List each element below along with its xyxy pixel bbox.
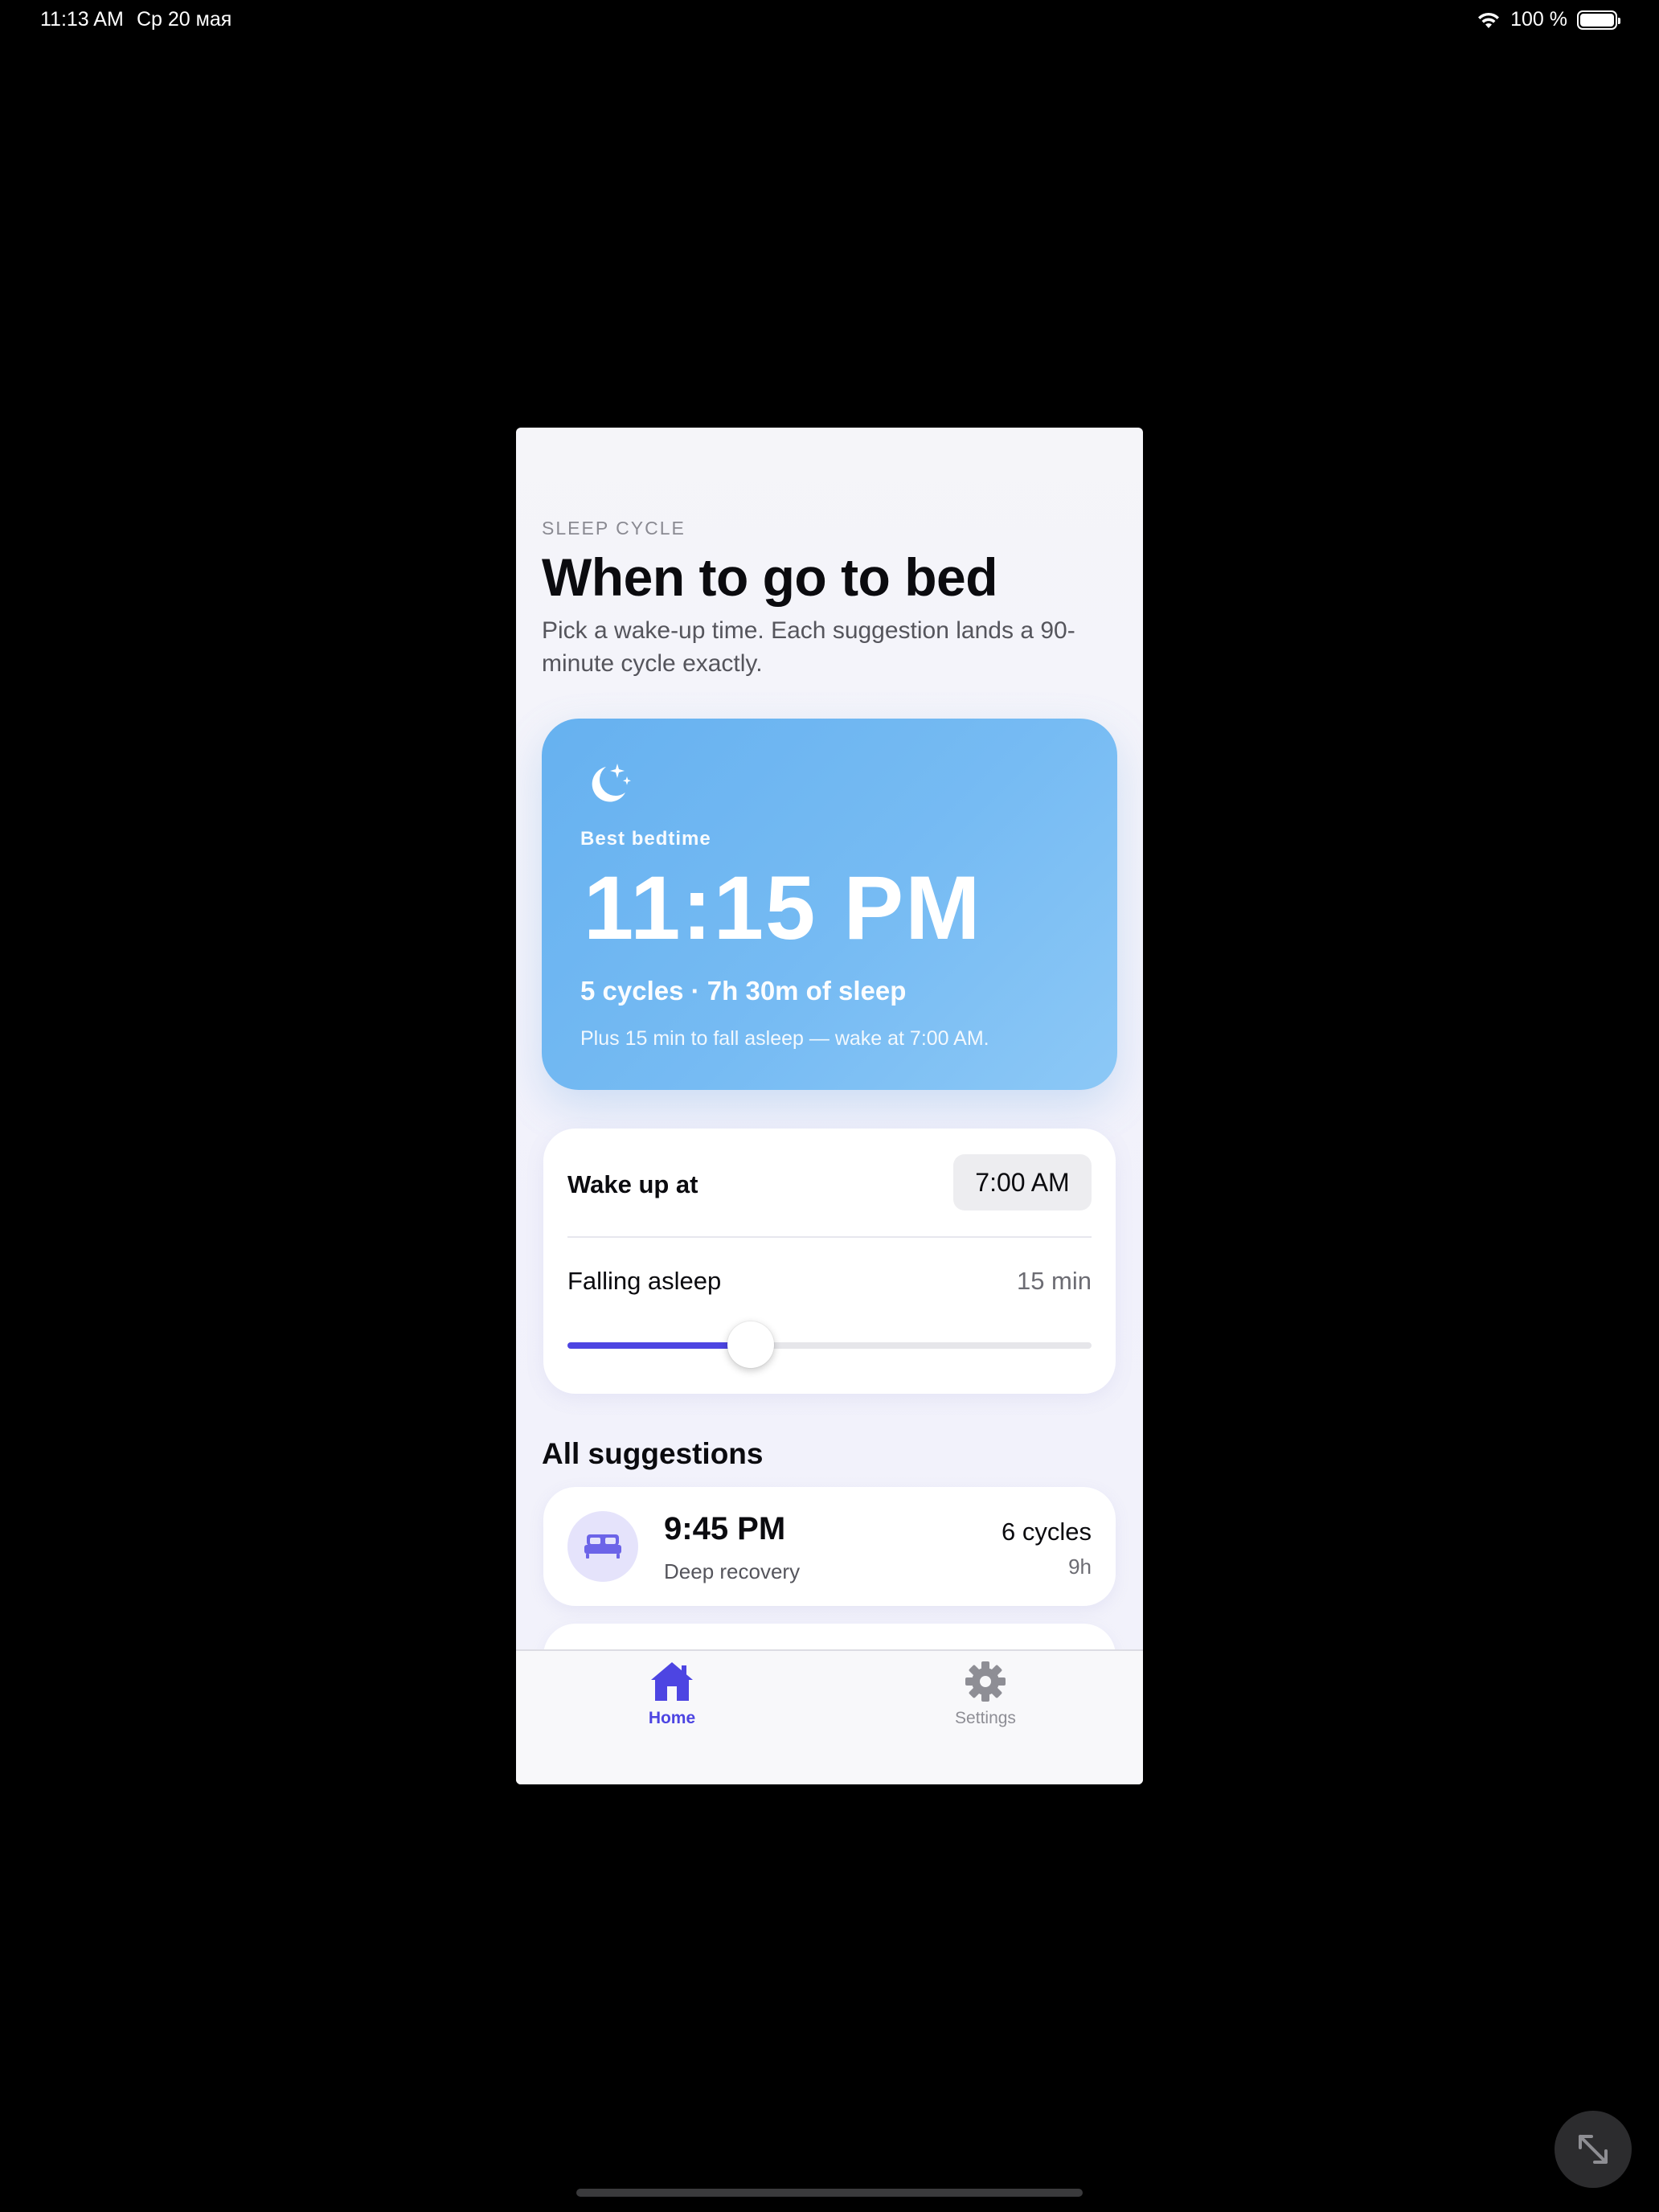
page-subtitle: Pick a wake-up time. Each suggestion lan… <box>542 617 1075 677</box>
settings-card: Wake up at 7:00 AM Falling asleep 15 min <box>543 1129 1116 1394</box>
home-indicator[interactable] <box>576 2189 1083 2197</box>
slider-thumb[interactable] <box>727 1321 775 1368</box>
suggestion-hours: 9h <box>1068 1555 1092 1579</box>
expand-button[interactable] <box>1555 2111 1632 2188</box>
divider <box>567 1236 1092 1238</box>
expand-arrows-icon <box>1579 2135 1608 2164</box>
home-icon <box>651 1662 693 1701</box>
wake-up-time-picker[interactable]: 7:00 AM <box>953 1154 1092 1210</box>
battery-icon <box>1577 10 1620 30</box>
best-bedtime-time: 11:15 PM <box>584 858 982 958</box>
falling-asleep-value: 15 min <box>1016 1267 1092 1295</box>
suggestion-card-partial[interactable] <box>543 1624 1116 1649</box>
status-bar: 11:13 AM Ср 20 мая 100 % <box>0 0 1659 39</box>
eyebrow-label: SLEEP CYCLE <box>542 518 686 539</box>
bed-icon <box>567 1511 638 1582</box>
app-window: SLEEP CYCLE When to go to bed Pick a wak… <box>516 428 1143 1784</box>
status-date: Ср 20 мая <box>137 8 232 31</box>
slider-fill <box>567 1342 752 1349</box>
tab-home-label: Home <box>648 1709 696 1727</box>
falling-asleep-label: Falling asleep <box>567 1267 722 1295</box>
best-bedtime-cycles: 5 cycles · 7h 30m of sleep <box>580 976 907 1006</box>
best-bedtime-note: Plus 15 min to fall asleep — wake at 7:0… <box>580 1027 989 1050</box>
page-title: When to go to bed <box>542 547 998 607</box>
suggestion-cycles: 6 cycles <box>1002 1518 1092 1546</box>
status-time: 11:13 AM <box>40 8 124 31</box>
gear-icon <box>965 1661 1006 1702</box>
battery-percent: 100 % <box>1510 8 1567 31</box>
moon-stars-icon <box>592 764 631 802</box>
tab-home[interactable]: Home <box>592 1659 752 1728</box>
tab-settings-label: Settings <box>955 1709 1016 1727</box>
best-bedtime-card: Best bedtime 11:15 PM 5 cycles · 7h 30m … <box>542 719 1117 1090</box>
status-indicators: 100 % <box>1477 8 1620 31</box>
suggestion-card[interactable]: 9:45 PM Deep recovery 6 cycles 9h <box>543 1487 1116 1606</box>
falling-asleep-slider[interactable] <box>567 1321 1092 1368</box>
suggestion-description: Deep recovery <box>664 1559 801 1583</box>
suggestion-time: 9:45 PM <box>664 1511 786 1546</box>
wifi-icon <box>1478 12 1500 28</box>
wake-up-label: Wake up at <box>567 1170 698 1198</box>
tab-bar: Home Settings <box>516 1649 1143 1784</box>
best-bedtime-label: Best bedtime <box>580 828 711 850</box>
scroll-content[interactable]: SLEEP CYCLE When to go to bed Pick a wak… <box>516 428 1143 1649</box>
tab-settings[interactable]: Settings <box>905 1659 1066 1728</box>
suggestions-title: All suggestions <box>542 1437 764 1470</box>
